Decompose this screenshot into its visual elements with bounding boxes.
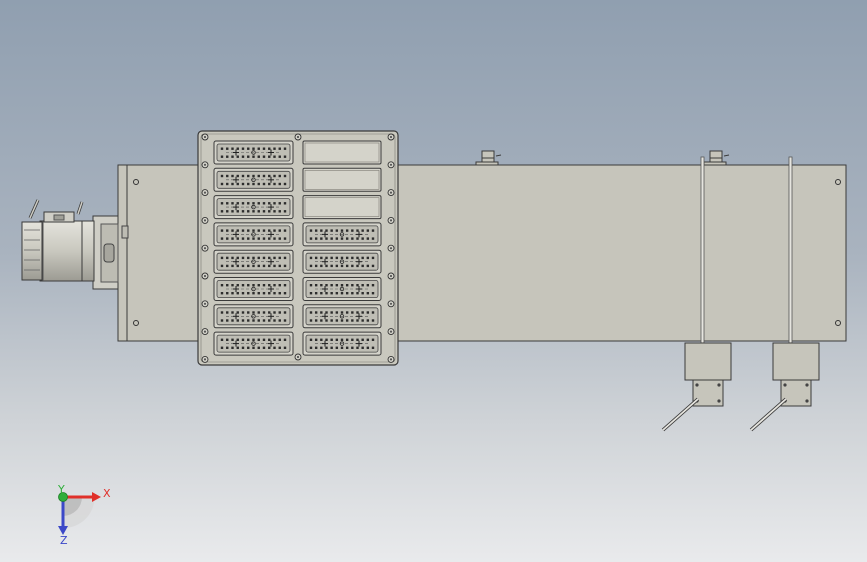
connector-right[interactable] <box>302 249 382 274</box>
connector-left[interactable] <box>213 277 294 301</box>
connector-right[interactable] <box>302 331 382 356</box>
coordinate-triad: X Y Z <box>57 483 111 547</box>
x-axis-label: X <box>103 487 111 500</box>
z-axis-label: Z <box>60 534 68 547</box>
connector-left[interactable] <box>213 222 294 247</box>
connector-right[interactable] <box>302 304 382 329</box>
y-axis-label: Y <box>57 483 65 496</box>
cad-graphics-area[interactable]: X Y Z <box>0 0 867 562</box>
bottom-mount-right[interactable] <box>749 342 820 432</box>
connector-right[interactable] <box>302 277 382 301</box>
top-bracket[interactable] <box>703 150 730 166</box>
x-axis-arrowhead <box>92 492 101 502</box>
blank-slot[interactable] <box>302 140 382 165</box>
connector-right[interactable] <box>302 222 382 247</box>
bottom-mount-left[interactable] <box>661 342 732 432</box>
servo-motor[interactable] <box>21 199 129 290</box>
top-bracket[interactable] <box>475 150 502 166</box>
blank-slot[interactable] <box>302 195 382 220</box>
connector-left[interactable] <box>213 249 294 274</box>
connector-panel[interactable] <box>197 130 399 366</box>
connector-left[interactable] <box>213 304 294 329</box>
connector-left[interactable] <box>213 195 294 220</box>
connector-left[interactable] <box>213 140 294 165</box>
connector-left[interactable] <box>213 167 294 192</box>
blank-slot[interactable] <box>302 167 382 192</box>
connector-left[interactable] <box>213 331 294 356</box>
